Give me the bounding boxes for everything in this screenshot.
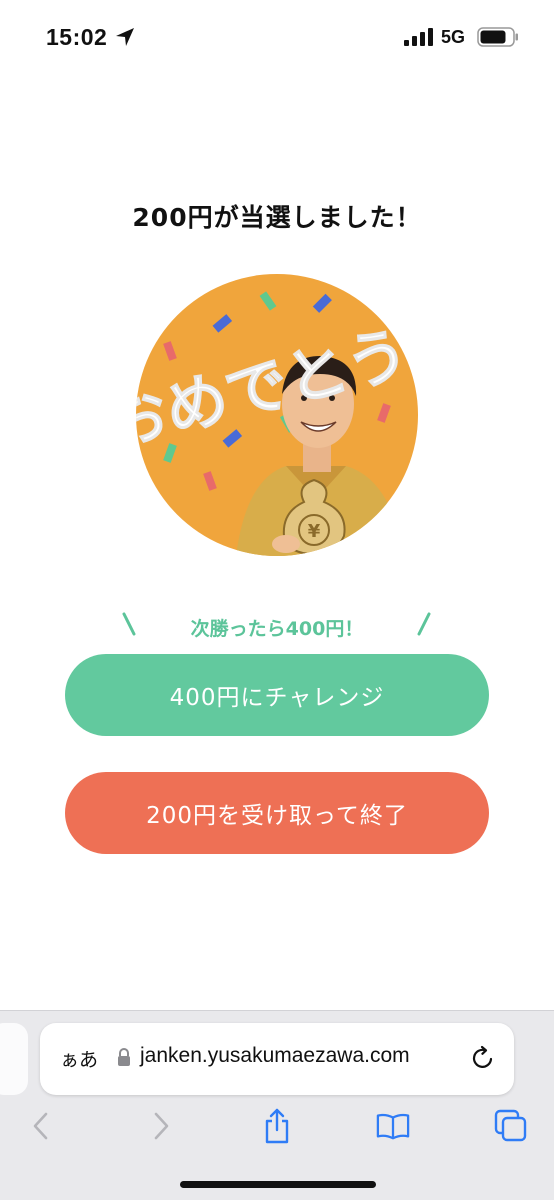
tabs-button[interactable] xyxy=(494,1106,528,1146)
battery-icon xyxy=(477,27,518,47)
next-win-prompt: 次勝ったら400円！ xyxy=(0,612,554,642)
status-bar: 15:02 5G xyxy=(0,0,554,76)
network-type: 5G xyxy=(441,27,466,47)
back-icon xyxy=(33,1112,48,1140)
bookmarks-button[interactable] xyxy=(376,1106,410,1146)
svg-text:¥: ¥ xyxy=(308,521,321,542)
location-arrow-icon xyxy=(116,28,134,46)
reload-icon[interactable] xyxy=(470,1045,496,1071)
take-and-finish-button[interactable]: 200円を受け取って終了 xyxy=(65,772,489,854)
url-text[interactable]: janken.yusakumaezawa.com xyxy=(140,1044,410,1068)
forward-icon xyxy=(154,1112,169,1140)
home-indicator xyxy=(180,1181,376,1188)
address-bar[interactable]: ぁあ janken.yusakumaezawa.com xyxy=(40,1023,514,1095)
share-button[interactable] xyxy=(260,1106,294,1146)
forward-button[interactable] xyxy=(144,1106,178,1146)
bookmarks-icon xyxy=(376,1113,410,1140)
share-icon xyxy=(265,1108,289,1144)
lock-icon xyxy=(118,1048,130,1066)
status-time: 15:02 xyxy=(46,24,108,50)
result-title: 200円が当選しました！ xyxy=(132,203,422,232)
back-button[interactable] xyxy=(24,1106,58,1146)
safari-bottom-toolbar xyxy=(0,1096,554,1166)
tabs-icon xyxy=(494,1109,527,1142)
page-settings-button[interactable]: ぁあ xyxy=(60,1045,98,1072)
previous-tab-preview[interactable] xyxy=(0,1023,28,1095)
signal-bars-icon xyxy=(404,28,433,46)
challenge-button[interactable]: 400円にチャレンジ xyxy=(65,654,489,736)
congratulations-illustration: ¥ おめでとう xyxy=(136,274,418,556)
right-accent-line xyxy=(417,612,431,636)
browser-toolbar: ぁあ janken.yusakumaezawa.com xyxy=(0,1010,554,1200)
next-win-text: 次勝ったら400円！ xyxy=(190,618,364,640)
